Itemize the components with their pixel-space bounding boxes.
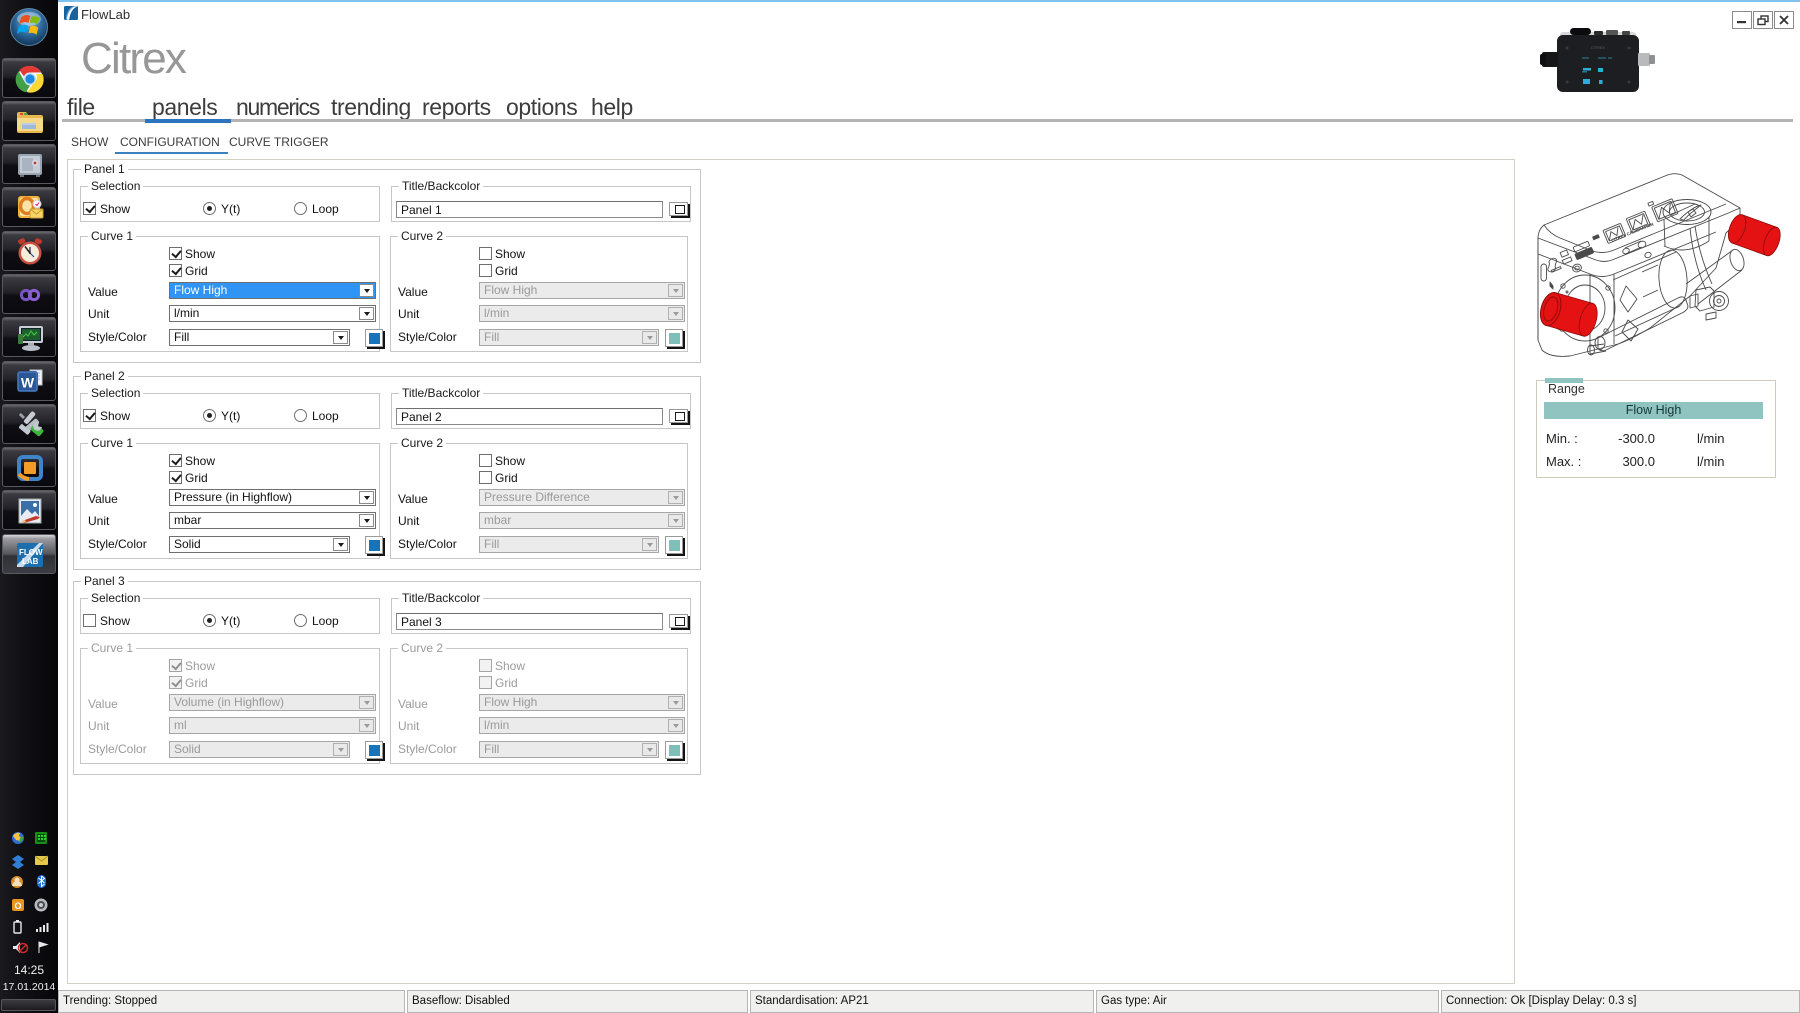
svg-text:FLOW: FLOW [19,548,43,557]
svg-text:O: O [14,901,21,911]
svg-text:CITREX: CITREX [1591,46,1605,50]
svg-text:W: W [21,375,35,391]
svg-text:LAB: LAB [22,557,39,566]
